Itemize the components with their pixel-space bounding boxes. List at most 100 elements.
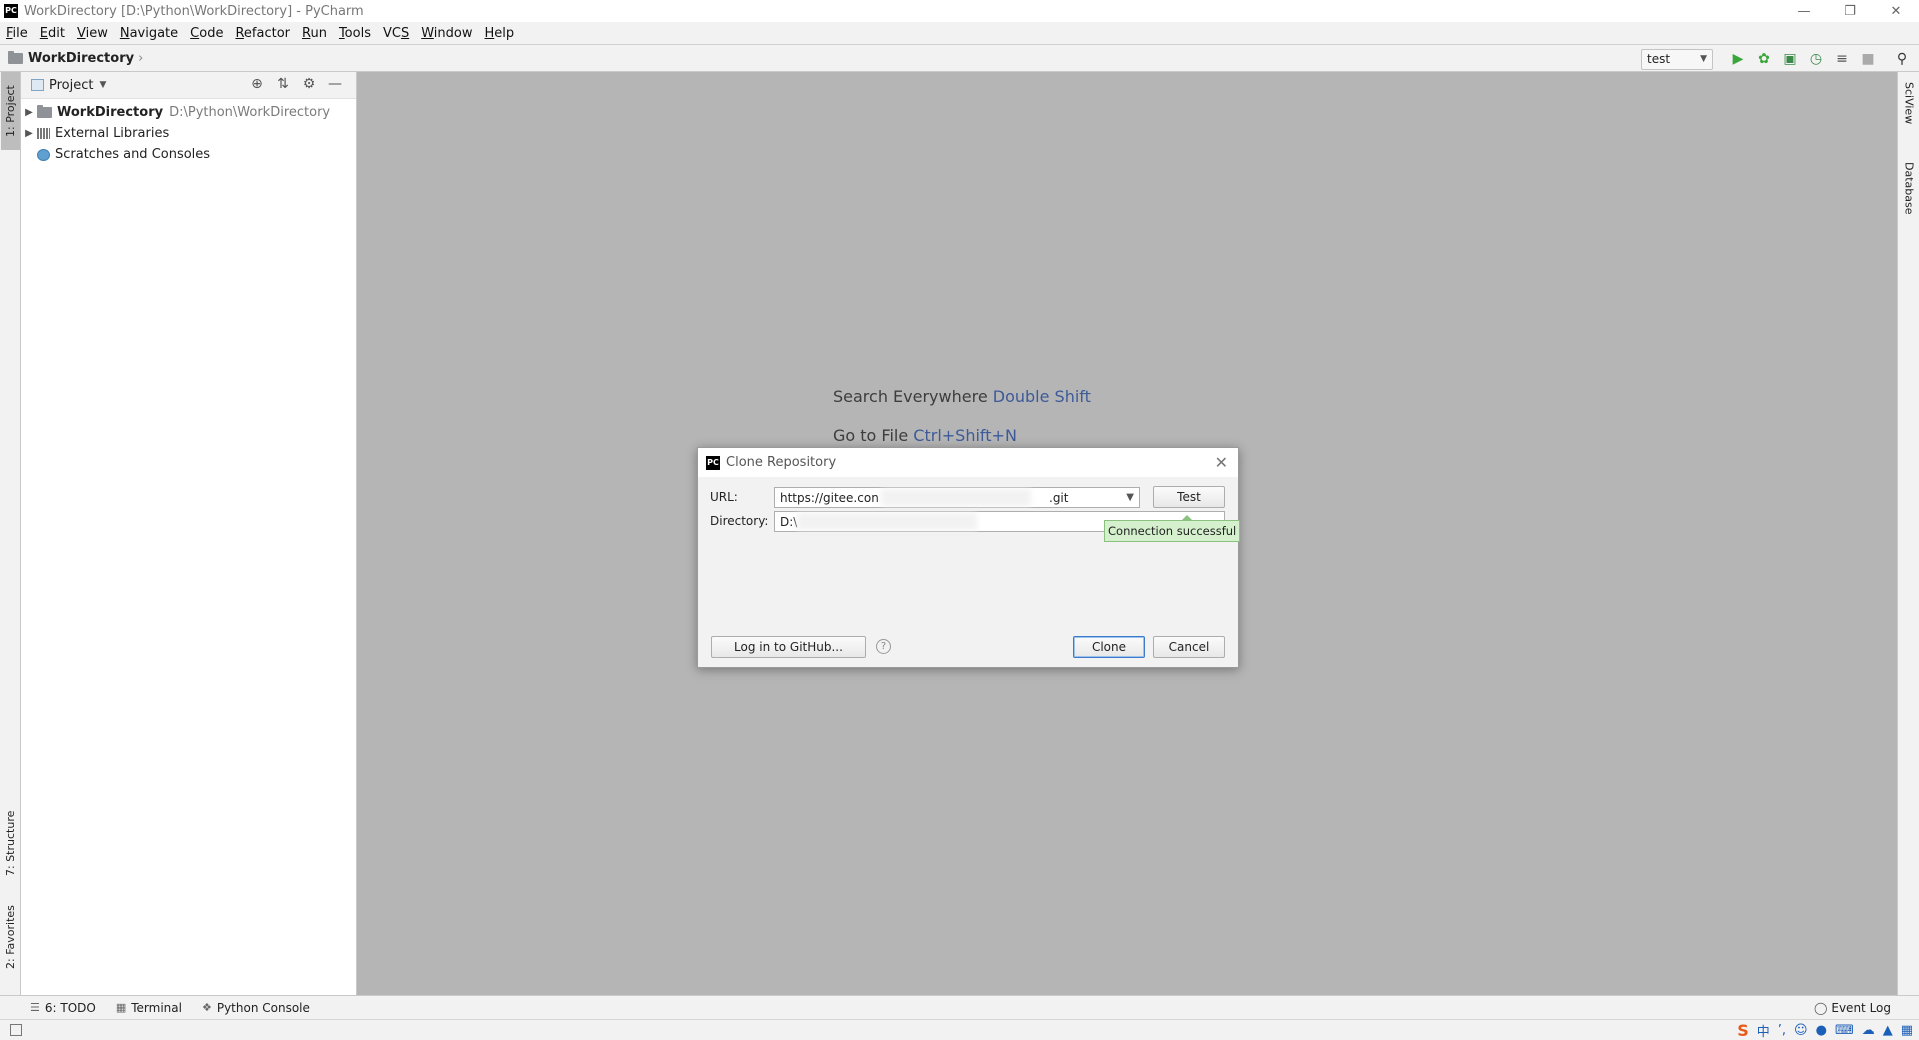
project-tree: ▶ WorkDirectory D:\Python\WorkDirectory … xyxy=(21,99,356,165)
favorites-tool-tab[interactable]: 2: Favorites xyxy=(1,894,20,980)
window-controls: — ❐ ✕ xyxy=(1781,0,1919,22)
expand-arrow-icon[interactable]: ▶ xyxy=(21,128,37,139)
cloud-icon[interactable]: ☁ xyxy=(1862,1023,1875,1038)
restore-button[interactable]: ❐ xyxy=(1827,0,1873,22)
status-bar: S 中 ’, ☺ ● ⌨ ☁ ▲ ▦ xyxy=(0,1019,1919,1040)
project-view-icon xyxy=(31,79,44,91)
chevron-down-icon[interactable]: ▼ xyxy=(99,80,106,90)
run-icon[interactable]: ▶ xyxy=(1727,48,1749,70)
punctuation-icon[interactable]: ’, xyxy=(1778,1023,1786,1038)
terminal-icon: ▦ xyxy=(115,1001,127,1014)
tree-item-path: D:\Python\WorkDirectory xyxy=(169,105,331,120)
run-config-select[interactable]: test ▼ xyxy=(1641,48,1713,70)
gear-icon[interactable]: ⚙ xyxy=(296,76,322,92)
python-console-tool-button[interactable]: ❖ Python Console xyxy=(202,1001,310,1015)
menu-tools[interactable]: Tools xyxy=(339,26,371,41)
grid-icon[interactable]: ▦ xyxy=(1901,1023,1913,1038)
menu-view[interactable]: View xyxy=(77,26,108,41)
list-icon: ☰ xyxy=(30,1001,40,1014)
pycharm-logo-icon: PC xyxy=(4,4,18,18)
menu-edit[interactable]: Edit xyxy=(40,26,65,41)
menu-code[interactable]: Code xyxy=(190,26,223,41)
chevron-down-icon[interactable]: ▼ xyxy=(1126,492,1134,503)
window-title: WorkDirectory [D:\Python\WorkDirectory] … xyxy=(24,3,364,19)
menu-run[interactable]: Run xyxy=(302,26,327,41)
folder-icon xyxy=(8,50,23,64)
dialog-title: Clone Repository xyxy=(726,455,837,470)
breadcrumb-separator: › xyxy=(138,50,144,66)
right-tool-stripe: SciView Database xyxy=(1897,72,1919,995)
sciview-tool-tab[interactable]: SciView xyxy=(1899,82,1919,152)
tree-item-label: WorkDirectory xyxy=(57,105,164,120)
collapse-all-icon[interactable]: ⇅ xyxy=(270,76,296,92)
run-toolbar: test ▼ ▶ ✿ ▣ ◷ ≡ ■ ⚲ xyxy=(1641,47,1913,71)
url-combobox[interactable]: https://gitee.con .git ▼ xyxy=(774,487,1140,508)
menu-help[interactable]: Help xyxy=(485,26,515,41)
event-log-icon: ◯ xyxy=(1813,1001,1828,1015)
event-log-button[interactable]: ◯ Event Log xyxy=(1814,996,1891,1020)
debug-icon[interactable]: ✿ xyxy=(1753,48,1775,70)
search-icon[interactable]: ⚲ xyxy=(1891,48,1913,70)
search-everywhere-hint: Search Everywhere Double Shift xyxy=(833,387,1091,406)
structure-tool-tab[interactable]: 7: Structure xyxy=(1,800,20,886)
minimize-button[interactable]: — xyxy=(1781,0,1827,22)
profile-icon[interactable]: ◷ xyxy=(1805,48,1827,70)
project-tool-tab[interactable]: 1: Project xyxy=(1,72,20,150)
help-icon[interactable]: ? xyxy=(876,639,891,654)
terminal-tool-button[interactable]: ▦ Terminal xyxy=(116,1001,182,1015)
expand-arrow-icon[interactable]: ▶ xyxy=(21,107,37,118)
hide-panel-icon[interactable]: — xyxy=(322,76,348,92)
left-tool-stripe: 1: Project 7: Structure 2: Favorites xyxy=(0,72,21,995)
tree-item-workdirectory[interactable]: ▶ WorkDirectory D:\Python\WorkDirectory xyxy=(21,102,356,123)
menu-file[interactable]: File xyxy=(6,26,28,41)
locate-icon[interactable]: ⊕ xyxy=(244,76,270,92)
hint-text: Go to File xyxy=(833,426,909,445)
cancel-button[interactable]: Cancel xyxy=(1153,636,1225,658)
go-to-file-hint: Go to File Ctrl+Shift+N xyxy=(833,426,1017,445)
url-value-end: .git xyxy=(1049,490,1069,505)
hint-shortcut: Ctrl+Shift+N xyxy=(913,426,1017,445)
database-tool-tab[interactable]: Database xyxy=(1899,162,1919,242)
tree-item-label: Scratches and Consoles xyxy=(55,147,211,162)
login-github-button[interactable]: Log in to GitHub... xyxy=(711,636,866,658)
coverage-icon[interactable]: ▣ xyxy=(1779,48,1801,70)
emoji-icon[interactable]: ☺ xyxy=(1794,1023,1808,1038)
menu-window[interactable]: Window xyxy=(421,26,472,41)
directory-value: D:\ xyxy=(780,514,798,529)
project-panel-title[interactable]: Project xyxy=(49,78,93,93)
project-panel: Project ▼ ⊕ ⇅ ⚙ — ▶ WorkDirectory D:\Pyt… xyxy=(21,72,357,995)
tree-item-scratches[interactable]: ▶ Scratches and Consoles xyxy=(21,144,356,165)
stop-icon[interactable]: ■ xyxy=(1857,48,1879,70)
keyboard-icon[interactable]: ⌨ xyxy=(1835,1023,1854,1038)
close-window-button[interactable]: ✕ xyxy=(1873,0,1919,22)
connection-status-tooltip: Connection successful xyxy=(1104,515,1241,542)
close-icon[interactable]: ✕ xyxy=(1215,453,1228,472)
chevron-down-icon: ▼ xyxy=(1700,54,1707,64)
scratches-icon xyxy=(37,148,50,161)
ime-mode[interactable]: 中 xyxy=(1757,1021,1770,1040)
url-value-start: https://gitee.con xyxy=(780,490,879,505)
tree-item-external-libraries[interactable]: ▶ External Libraries xyxy=(21,123,356,144)
pycharm-logo-icon: PC xyxy=(706,455,720,470)
ime-logo-icon[interactable]: S xyxy=(1737,1021,1749,1040)
breadcrumb-project: WorkDirectory xyxy=(28,50,135,66)
directory-label: Directory: xyxy=(710,514,769,528)
test-button[interactable]: Test xyxy=(1153,486,1225,508)
tool-windows-toggle-icon[interactable] xyxy=(10,1024,22,1036)
url-label: URL: xyxy=(710,490,738,504)
system-tray: S 中 ’, ☺ ● ⌨ ☁ ▲ ▦ xyxy=(1729,1020,1913,1040)
navigation-bar: WorkDirectory › test ▼ ▶ ✿ ▣ ◷ ≡ ■ ⚲ xyxy=(0,44,1919,72)
menu-vcs[interactable]: VCS xyxy=(383,26,409,41)
concurrency-icon[interactable]: ≡ xyxy=(1831,48,1853,70)
python-icon: ❖ xyxy=(201,1001,212,1014)
todo-tool-button[interactable]: ☰ 6: TODO xyxy=(30,1001,96,1015)
dialog-title-bar: PC Clone Repository xyxy=(698,448,1238,477)
clone-button[interactable]: Clone xyxy=(1073,636,1145,658)
menu-refactor[interactable]: Refactor xyxy=(235,26,290,41)
microphone-icon[interactable]: ● xyxy=(1816,1023,1827,1038)
menu-navigate[interactable]: Navigate xyxy=(120,26,178,41)
title-bar: PC WorkDirectory [D:\Python\WorkDirector… xyxy=(0,0,1919,22)
tree-item-label: External Libraries xyxy=(55,126,170,141)
shirt-icon[interactable]: ▲ xyxy=(1883,1023,1893,1038)
breadcrumb[interactable]: WorkDirectory › xyxy=(8,50,144,66)
